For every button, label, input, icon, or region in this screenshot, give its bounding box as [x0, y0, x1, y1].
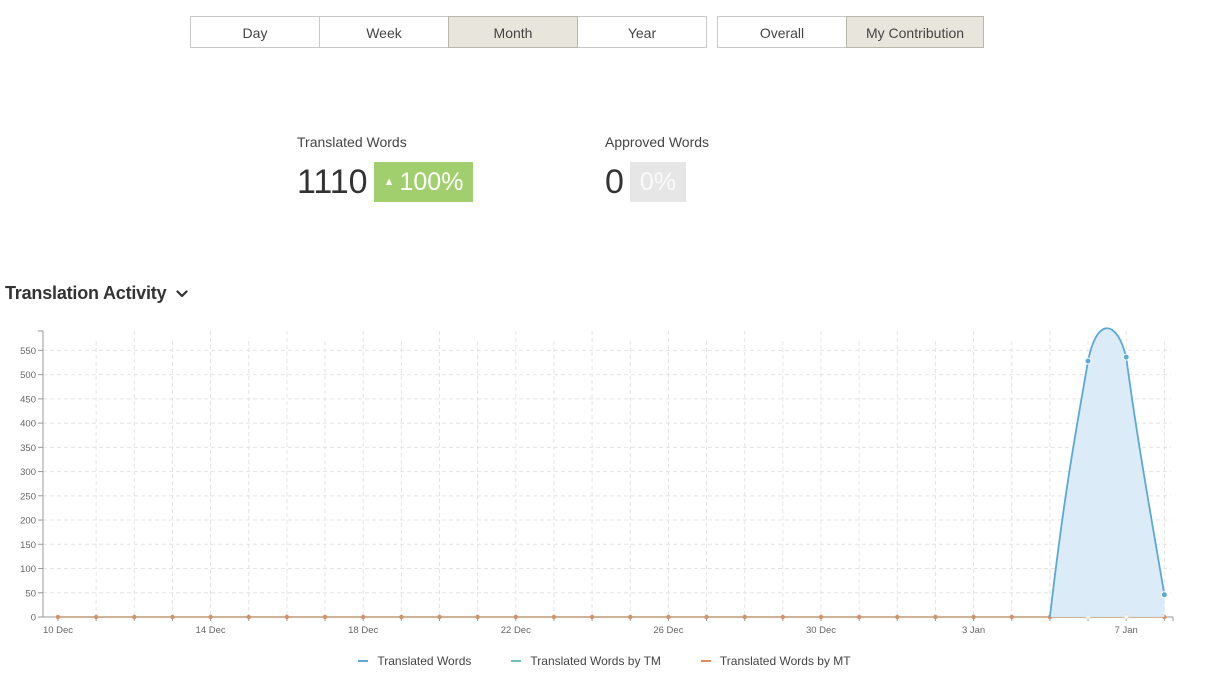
y-tick-label: 350	[20, 443, 36, 454]
approved-words-change-badge: 0%	[629, 162, 687, 202]
series-point-translated-words	[1122, 353, 1130, 361]
translation-stats-page: Day Week Month Year Overall My Contribut…	[0, 0, 1209, 682]
legend-swatch-translated-words	[358, 660, 369, 662]
approved-words-change: 0%	[639, 168, 677, 196]
legend-swatch-translated-words-by-mt	[700, 660, 711, 662]
legend-item-translated-words[interactable]: Translated Words	[358, 654, 471, 668]
legend-item-translated-words-by-mt[interactable]: Translated Words by MT	[700, 654, 851, 668]
translation-activity-chart: 0 50 100 150 200 250 300 350 400 450 500 550 10 Dec 1…	[20, 327, 1174, 636]
series-point-translated-words	[1160, 591, 1168, 599]
tab-my-contribution[interactable]: My Contribution	[846, 16, 984, 48]
scope-selector: Overall My Contribution	[717, 16, 984, 48]
baseline-marker	[1123, 614, 1129, 620]
baseline-marker	[1085, 614, 1091, 620]
y-tick-label: 0	[31, 613, 36, 624]
legend-label-translated-words-by-tm: Translated Words by TM	[530, 654, 661, 668]
tab-month[interactable]: Month	[448, 16, 578, 48]
chart-legend: Translated Words Translated Words by TM …	[0, 654, 1209, 668]
x-tick-label: 30 Dec	[806, 625, 836, 636]
approved-words-row: 0 0%	[605, 162, 709, 202]
y-tick-label: 450	[20, 394, 36, 405]
approved-words-label: Approved Words	[605, 134, 710, 150]
up-arrow-icon: ▲	[383, 176, 395, 188]
legend-label-translated-words: Translated Words	[377, 654, 472, 668]
x-tick-label: 26 Dec	[653, 625, 683, 636]
y-tick-label: 400	[20, 419, 36, 430]
translated-words-label: Translated Words	[297, 134, 407, 150]
y-tick-label: 550	[20, 346, 36, 357]
legend-item-translated-words-by-tm[interactable]: Translated Words by TM	[511, 654, 661, 668]
translated-words-value: 1110	[297, 163, 368, 201]
period-selector: Day Week Month Year	[190, 16, 707, 48]
tab-day[interactable]: Day	[190, 16, 320, 48]
translated-words-change: 100%	[399, 168, 464, 196]
x-tick-label: 22 Dec	[501, 625, 531, 636]
x-tick-label: 7 Jan	[1115, 625, 1138, 636]
x-tick-label: 3 Jan	[962, 625, 985, 636]
translated-words-change-badge: ▲ 100%	[373, 162, 474, 202]
y-tick-label: 500	[20, 370, 36, 381]
y-tick-label: 250	[20, 491, 36, 502]
series-area-translated-words	[1049, 328, 1165, 617]
approved-words-value: 0	[605, 163, 624, 201]
x-tick-label: 10 Dec	[43, 625, 73, 636]
y-tick-label: 50	[25, 588, 36, 599]
series-point-translated-words	[1084, 357, 1092, 365]
translated-words-row: 1110 ▲ 100%	[297, 162, 474, 202]
x-tick-label: 18 Dec	[348, 625, 378, 636]
tab-week[interactable]: Week	[319, 16, 449, 48]
legend-swatch-translated-words-by-tm	[511, 660, 522, 662]
tab-year[interactable]: Year	[577, 16, 707, 48]
translation-activity-dropdown[interactable]: Translation Activity	[5, 283, 188, 304]
y-tick-label: 100	[20, 564, 36, 575]
translation-activity-title: Translation Activity	[5, 283, 167, 303]
tab-overall[interactable]: Overall	[717, 16, 847, 48]
chevron-down-icon	[176, 289, 188, 297]
legend-label-translated-words-by-mt: Translated Words by MT	[719, 654, 851, 668]
y-tick-label: 200	[20, 516, 36, 527]
y-tick-label: 150	[20, 540, 36, 551]
y-tick-label: 300	[20, 467, 36, 478]
x-tick-label: 14 Dec	[196, 625, 226, 636]
approved-words-stat: Approved Words 0 0%	[605, 132, 709, 202]
translated-words-stat: Translated Words 1110 ▲ 100%	[297, 132, 474, 202]
